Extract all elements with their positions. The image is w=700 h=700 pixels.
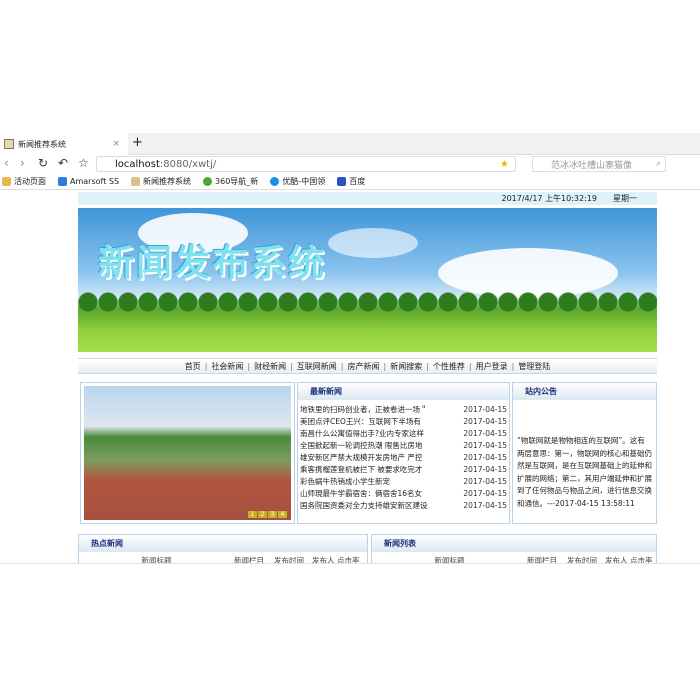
- news-date: 2017-04-15: [463, 405, 507, 414]
- menu-item-login[interactable]: 用户登录: [476, 361, 508, 372]
- date-bar: 2017/4/17 上午10:32:19 星期一: [78, 192, 657, 205]
- news-item[interactable]: 彩色蜗牛热销成小学生新宠 2017-04-15: [298, 476, 509, 488]
- search-icon[interactable]: ⌕: [656, 159, 661, 169]
- news-date: 2017-04-15: [463, 429, 507, 438]
- new-tab-button[interactable]: +: [132, 135, 143, 150]
- browser-tab[interactable]: 新闻推荐系统 ×: [0, 133, 128, 155]
- news-date: 2017-04-15: [463, 417, 507, 426]
- bookmark[interactable]: 优酷-中国领: [270, 176, 325, 187]
- bookmark[interactable]: 活动页面: [2, 176, 46, 187]
- panel-title: 站内公告: [513, 383, 656, 400]
- bookmark[interactable]: 360导航_新: [203, 176, 258, 187]
- news-item[interactable]: 雄安新区严禁大规模开发房地产 严控 2017-04-15: [298, 452, 509, 464]
- menu-item-admin[interactable]: 管理登陆: [518, 361, 550, 372]
- news-title[interactable]: 美团点评CEO王兴：互联网下半场有: [300, 416, 421, 428]
- news-item[interactable]: 乘客携榴莲登机被拦下 被要求吃完才 2017-04-15: [298, 464, 509, 476]
- news-date: 2017-04-15: [463, 465, 507, 474]
- bookmark[interactable]: 百度: [337, 176, 365, 187]
- menu-item-realestate[interactable]: 房产新闻: [348, 361, 380, 372]
- notice-text: “物联网就是物物相连的互联网”。这有两层意思：第一，物联网的核心和基础仍然是互联…: [517, 436, 652, 508]
- folder-icon: [2, 177, 11, 186]
- search-placeholder: 范冰冰吐槽山寨猫像: [551, 160, 633, 171]
- url-host: localhost: [115, 158, 160, 170]
- panel-title: 最新新闻: [298, 383, 509, 400]
- banner: 新闻发布系统: [78, 208, 657, 352]
- bookmark-label: 活动页面: [14, 177, 46, 186]
- banner-title: 新闻发布系统: [98, 243, 327, 284]
- news-list-panel: 新闻列表 新闻标题 新闻栏目 发布时间 发布人 点击率: [371, 534, 657, 564]
- news-item[interactable]: 山师現最牛学霸宿舍：俩宿舍16名女 2017-04-15: [298, 488, 509, 500]
- news-date: 2017-04-15: [463, 501, 507, 510]
- news-item[interactable]: 南昌什么公寓值得出手?业内专家这样 2017-04-15: [298, 428, 509, 440]
- weekday: 星期一: [613, 194, 637, 203]
- news-date: 2017-04-15: [463, 477, 507, 486]
- bookmark-label: 360导航_新: [215, 177, 259, 186]
- bookmarks-bar: 活动页面 Amarsoft SS 新闻推荐系统 360导航_新 优酷-中国领 百…: [0, 174, 700, 190]
- news-title[interactable]: 山师現最牛学霸宿舍：俩宿舍16名女: [300, 488, 422, 500]
- news-title[interactable]: 雄安新区严禁大规模开发房地产 严控: [300, 452, 422, 464]
- 360-icon: [203, 177, 213, 186]
- news-title[interactable]: 彩色蜗牛热销成小学生新宠: [300, 476, 390, 488]
- news-item[interactable]: 全国掀起新一轮调控热潮 限售比房地 2017-04-15: [298, 440, 509, 452]
- menu-item-recommend[interactable]: 个性推荐: [433, 361, 465, 372]
- slider-page[interactable]: 2: [258, 511, 267, 518]
- latest-news-panel: 最新新闻 地铁里的扫码创业者，正被卷进一场＂ 2017-04-15 美团点评CEO王…: [297, 382, 510, 524]
- bookmark-label: 新闻推荐系统: [143, 177, 192, 186]
- news-title[interactable]: 乘客携榴莲登机被拦下 被要求吃完才: [300, 464, 422, 476]
- news-title[interactable]: 地铁里的扫码创业者，正被卷进一场＂: [300, 404, 428, 416]
- slider-page[interactable]: 3: [268, 511, 277, 518]
- favorite-star-icon[interactable]: ★: [500, 159, 509, 170]
- bookmark[interactable]: 新闻推荐系统: [131, 176, 191, 187]
- search-input[interactable]: 范冰冰吐槽山寨猫像 ⌕: [532, 156, 666, 172]
- news-date: 2017-04-15: [463, 453, 507, 462]
- news-title[interactable]: 全国掀起新一轮调控热潮 限售比房地: [300, 440, 422, 452]
- news-date: 2017-04-15: [463, 441, 507, 450]
- bookmark-label: 优酷-中国领: [282, 177, 326, 186]
- hot-news-panel: 热点新闻 新闻标题 新闻栏目 发布时间 发布人 点击率: [78, 534, 368, 564]
- page-favicon-icon: [4, 139, 14, 149]
- news-date: 2017-04-15: [463, 489, 507, 498]
- panel-title: 新闻列表: [372, 535, 656, 552]
- undo-icon[interactable]: ↶: [58, 156, 68, 170]
- page-favicon-icon: [131, 177, 141, 186]
- url-path: :8080/xwtj/: [159, 158, 217, 170]
- notice-panel: 站内公告 “物联网就是物物相连的互联网”。这有两层意思：第一，物联网的核心和基础…: [512, 382, 657, 524]
- menu-item-home[interactable]: 首页: [185, 361, 201, 372]
- menu-item-internet[interactable]: 互联网新闻: [297, 361, 337, 372]
- panel-title: 热点新闻: [79, 535, 367, 552]
- date-time: 2017/4/17 上午10:32:19: [501, 194, 598, 203]
- photo-slider[interactable]: 1 2 3 4: [80, 382, 295, 524]
- menu-item-search[interactable]: 新闻搜索: [390, 361, 422, 372]
- news-item[interactable]: 国务院国资委对全力支持雄安新区建设 2017-04-15: [298, 500, 509, 512]
- tab-bar: 新闻推荐系统 × +: [0, 133, 700, 155]
- reload-icon[interactable]: ↻: [38, 156, 48, 170]
- forward-icon[interactable]: ›: [20, 156, 25, 170]
- menu-item-finance[interactable]: 财经新闻: [254, 361, 286, 372]
- back-icon[interactable]: ‹: [4, 156, 9, 170]
- tab-close-icon[interactable]: ×: [112, 139, 120, 149]
- bookmark-label: 百度: [349, 177, 366, 186]
- star-icon[interactable]: ☆: [78, 156, 89, 170]
- news-item[interactable]: 美团点评CEO王兴：互联网下半场有 2017-04-15: [298, 416, 509, 428]
- bookmark-label: Amarsoft SS: [70, 177, 120, 186]
- tab-title: 新闻推荐系统: [18, 139, 66, 149]
- baidu-icon: [337, 177, 347, 186]
- address-bar[interactable]: localhost:8080/xwtj/ ★: [96, 156, 516, 172]
- news-item[interactable]: 地铁里的扫码创业者，正被卷进一场＂ 2017-04-15: [298, 404, 509, 416]
- slider-page[interactable]: 4: [278, 511, 287, 518]
- main-menu: 首页 | 社会新闻 | 财经新闻 | 互联网新闻 | 房产新闻 | 新闻搜索 | 个性推荐 |…: [78, 358, 657, 374]
- bookmark[interactable]: Amarsoft SS: [58, 177, 119, 186]
- slider-image[interactable]: 1 2 3 4: [84, 386, 291, 520]
- blank-area: [0, 563, 700, 700]
- youku-icon: [270, 177, 280, 186]
- amarsoft-icon: [58, 177, 67, 186]
- news-title[interactable]: 国务院国资委对全力支持雄安新区建设: [300, 500, 428, 512]
- news-title[interactable]: 南昌什么公寓值得出手?业内专家这样: [300, 428, 424, 440]
- slider-page[interactable]: 1: [248, 511, 257, 518]
- menu-item-society[interactable]: 社会新闻: [211, 361, 243, 372]
